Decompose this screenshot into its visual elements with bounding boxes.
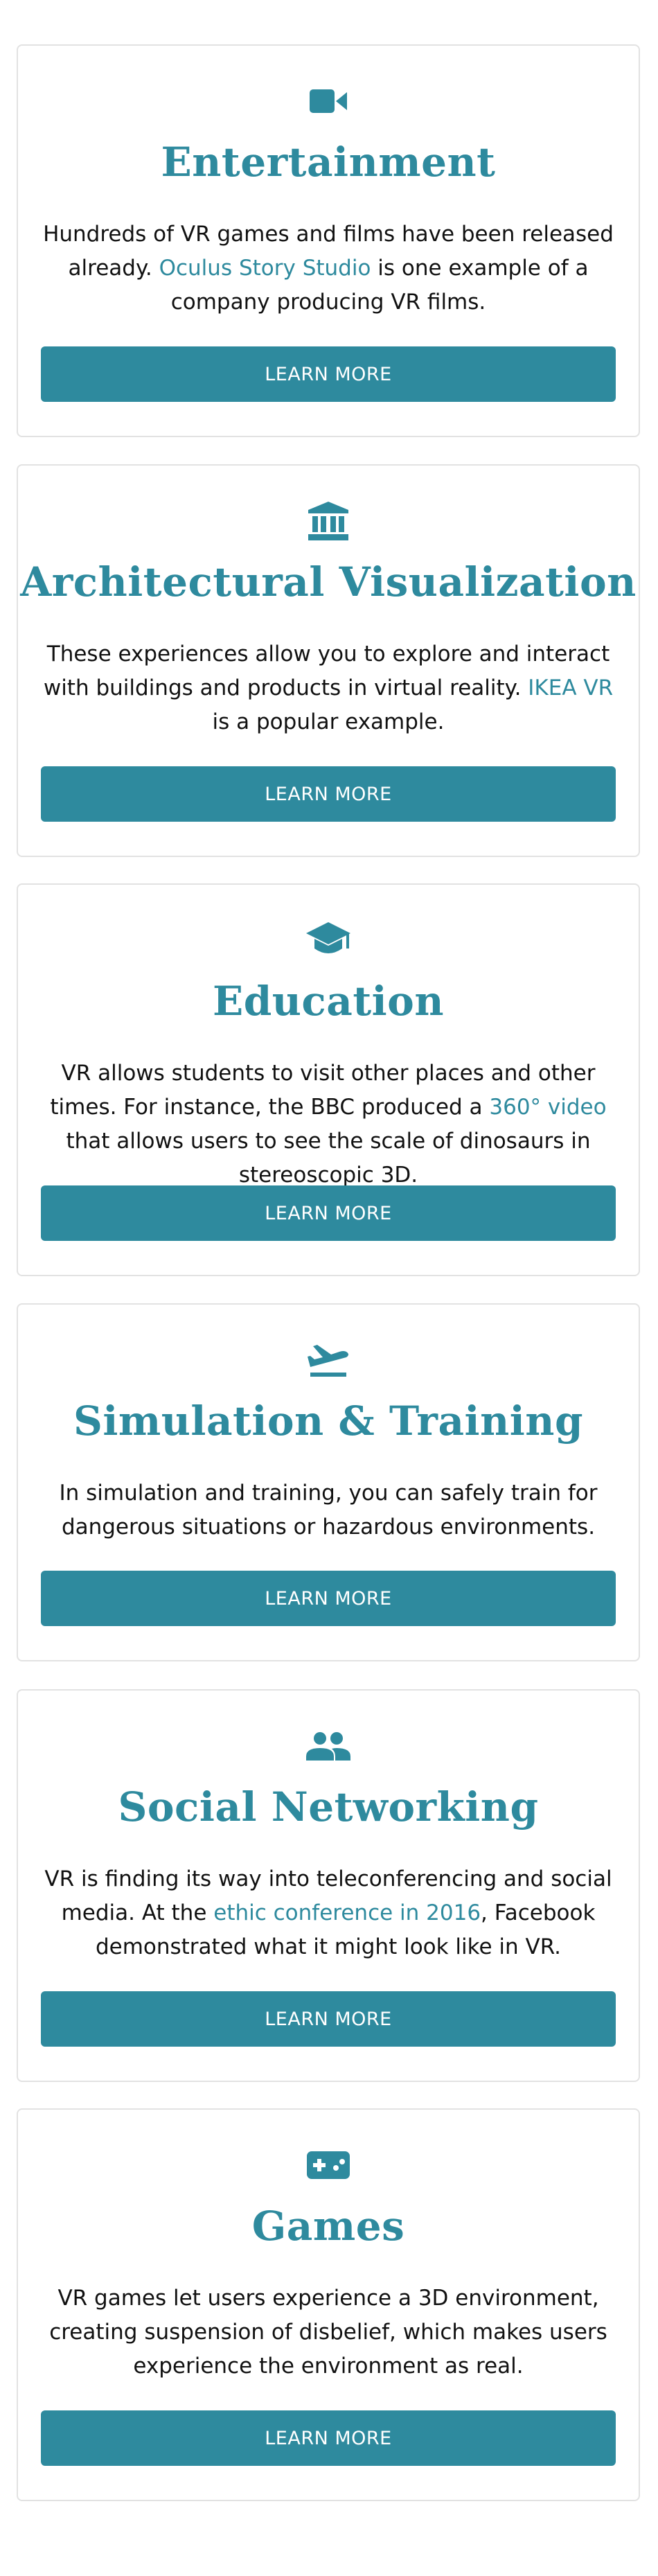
learn-more-button[interactable]: LEARN MORE <box>41 766 616 822</box>
video-camera-icon <box>18 83 639 119</box>
card-simulation-training: Simulation & Training In simulation and … <box>17 1303 640 1661</box>
airplane-takeoff-icon <box>18 1342 639 1378</box>
institution-icon <box>18 502 639 540</box>
card-title: Architectural Visualization <box>20 558 637 606</box>
card-social-networking: Social Networking VR is finding its way … <box>17 1689 640 2082</box>
card-description: VR allows students to visit other places… <box>50 1061 607 1188</box>
card-description: VR is finding its way into teleconferenc… <box>44 1867 612 1959</box>
360-video-link[interactable]: 360° video <box>489 1095 606 1120</box>
card-description: Hundreds of VR games and films have been… <box>43 222 614 315</box>
learn-more-button[interactable]: LEARN MORE <box>41 2410 616 2466</box>
ethic-conference-link[interactable]: ethic conference in 2016 <box>213 1900 481 1925</box>
card-title: Social Networking <box>118 1783 539 1830</box>
card-description: In simulation and training, you can safe… <box>59 1481 598 1540</box>
card-education: Education VR allows students to visit ot… <box>17 883 640 1276</box>
oculus-story-studio-link[interactable]: Oculus Story Studio <box>159 256 371 281</box>
learn-more-button[interactable]: LEARN MORE <box>41 346 616 402</box>
ikea-vr-link[interactable]: IKEA VR <box>528 676 613 700</box>
card-title: Simulation & Training <box>73 1397 584 1445</box>
card-title: Education <box>212 978 444 1025</box>
card-entertainment: Entertainment Hundreds of VR games and f… <box>17 44 640 437</box>
card-architectural-visualization: Architectural Visualization These experi… <box>17 464 640 857</box>
card-title: Games <box>251 2203 405 2250</box>
graduation-cap-icon <box>18 922 639 958</box>
learn-more-button[interactable]: LEARN MORE <box>41 1991 616 2047</box>
learn-more-button[interactable]: LEARN MORE <box>41 1571 616 1626</box>
card-description: VR games let users experience a 3D envir… <box>49 2286 607 2379</box>
card-games: Games VR games let users experience a 3D… <box>17 2108 640 2501</box>
card-description: These experiences allow you to explore a… <box>43 642 614 734</box>
gamepad-icon <box>18 2147 639 2183</box>
learn-more-button[interactable]: LEARN MORE <box>41 1185 616 1241</box>
card-title: Entertainment <box>161 139 496 186</box>
people-icon <box>18 1728 639 1764</box>
